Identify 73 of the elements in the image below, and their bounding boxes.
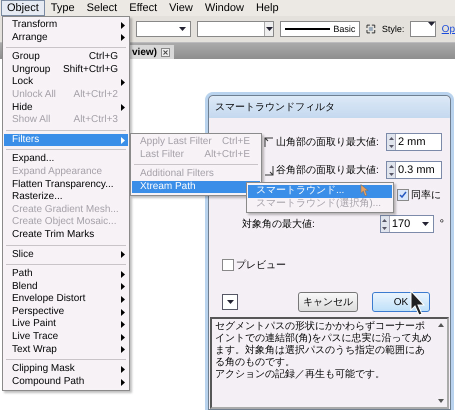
number-field[interactable]: 2 mm (386, 133, 442, 151)
close-icon[interactable] (161, 48, 170, 56)
menu-dropdown-button[interactable] (222, 294, 238, 310)
menu-item[interactable]: Live Trace (4, 331, 128, 344)
menu-item[interactable]: Transform (4, 19, 128, 32)
field-label: 山角部の面取り最大値: (276, 136, 379, 149)
scroll-up-icon[interactable] (438, 323, 444, 327)
menu-item[interactable]: Ungroup Shift+Ctrl+G (4, 64, 128, 76)
dropdown-arrow-icon (226, 300, 234, 304)
submenu-arrow-icon (121, 136, 125, 144)
spin-down-icon[interactable] (382, 226, 388, 230)
menu-item[interactable]: Text Wrap (4, 344, 128, 356)
menu-item[interactable]: View (163, 0, 199, 16)
checkmark-icon (399, 191, 407, 199)
menu-item[interactable]: Path (4, 268, 128, 281)
submenu-arrow-icon (121, 79, 125, 86)
dropdown-arrow-icon (428, 22, 435, 26)
options-link[interactable]: Op (442, 24, 455, 34)
menu-item[interactable]: Live Paint (4, 318, 128, 332)
spin-down-icon[interactable] (388, 144, 394, 148)
valley-corner-icon (264, 164, 274, 176)
scroll-down-icon[interactable] (438, 399, 444, 403)
peak-corner-icon (264, 136, 274, 148)
dropdown-field[interactable] (196, 21, 274, 37)
dropdown-arrow-icon (178, 27, 186, 31)
dialog-title: スマートラウンドフィルタ (215, 101, 335, 114)
menu-item[interactable]: Blend (4, 280, 128, 294)
style-dropdown[interactable] (410, 21, 436, 37)
dropdown-arrow-icon (422, 222, 429, 226)
description-text: セグメントパスの形状にかかわらずコーナーポイントでの連結部(角)をパスに忠実に沿って丸めます。対象角は選択パスのうち指定の範囲にある角のものです。 (215, 321, 432, 368)
field-label: 谷角部の面取り最大値: (276, 164, 379, 177)
menu-item[interactable]: Flatten Transparency... (4, 178, 128, 192)
description-text: アクションの記録／再生も可能です。 (215, 369, 386, 381)
spin-up-icon[interactable] (382, 218, 388, 222)
menu-item[interactable]: Perspective (4, 306, 128, 318)
spin-up-icon[interactable] (388, 164, 394, 168)
spin-up-icon[interactable] (388, 136, 394, 140)
angle-dropdown[interactable]: 170 (380, 215, 434, 233)
document-tab[interactable]: view) (128, 45, 174, 59)
unit-label: ° (440, 218, 444, 230)
submenu-arrow-icon (121, 251, 125, 258)
number-field[interactable]: 0.3 mm (386, 161, 442, 179)
spin-down-icon[interactable] (388, 172, 394, 176)
dropdown-arrow-icon (266, 27, 273, 31)
menu-item[interactable]: Create Trim Marks (4, 228, 128, 242)
menu-item[interactable]: Group Ctrl+G (4, 51, 128, 64)
menu-item[interactable]: Clipping Mask (4, 363, 128, 376)
menu-item[interactable]: Effect (123, 0, 164, 16)
menu-item[interactable]: Window (198, 0, 250, 16)
menu-item[interactable]: Expand... (4, 153, 128, 166)
tab-label: view) (132, 46, 158, 58)
menu-item[interactable]: Help (250, 0, 285, 16)
menu-item[interactable]: Slice (4, 248, 128, 262)
menu-item[interactable]: Envelope Distort (4, 293, 128, 306)
menu-item[interactable]: Rasterize... (4, 191, 128, 204)
checkbox[interactable]: 同率に (397, 188, 441, 202)
field-label: 対象角の最大値: (242, 218, 315, 231)
stroke-dropdown[interactable]: Basic (280, 21, 360, 37)
menu-item[interactable]: Compound Path (4, 376, 128, 388)
pointer-cursor-icon (360, 184, 369, 197)
menu-item[interactable]: Hide (4, 102, 128, 114)
menu-item[interactable]: Object (1, 0, 45, 16)
pointer-cursor-icon (410, 290, 426, 316)
menu-item[interactable]: Type (44, 0, 81, 16)
submenu-arrow-icon (121, 104, 125, 112)
cancel-button[interactable]: キャンセル (298, 292, 358, 312)
menu-item[interactable]: Arrange (4, 32, 128, 44)
number-field[interactable] (136, 21, 191, 37)
checkbox[interactable]: プレビュー (222, 258, 444, 272)
style-label: Style: (382, 24, 404, 34)
menu-item[interactable]: Lock (4, 76, 128, 89)
menu-item[interactable]: Select (80, 0, 124, 16)
align-icon[interactable] (366, 24, 376, 34)
